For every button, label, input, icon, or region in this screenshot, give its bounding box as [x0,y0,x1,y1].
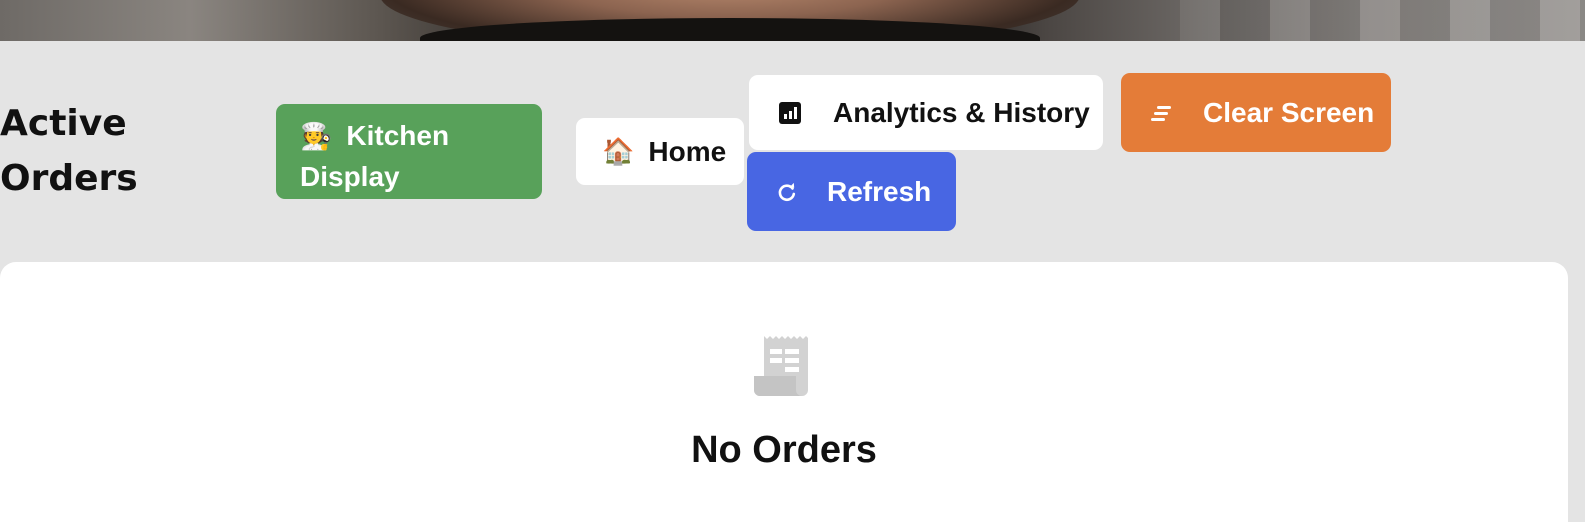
analytics-history-button[interactable]: Analytics & History [749,75,1103,150]
chef-icon: 🧑‍🍳 [300,122,333,152]
clear-screen-button[interactable]: Clear Screen [1121,73,1391,152]
refresh-label: Refresh [827,175,932,207]
page-title: Active Orders [0,103,138,199]
hero-background [1180,0,1585,41]
home-label: Home [648,135,727,167]
home-button[interactable]: 🏠 Home [576,118,744,185]
refresh-button[interactable]: Refresh [747,152,956,231]
clear-lines-icon [1151,105,1173,121]
house-icon: 🏠 [602,136,635,167]
kitchen-display-button[interactable]: 🧑‍🍳 Kitchen Display [276,104,542,199]
empty-state-title: No Orders [691,429,877,471]
analytics-history-label: Analytics & History [833,96,1090,128]
receipt-icon [754,336,808,396]
hero-banner-image [0,0,1585,41]
page-edge [1568,262,1585,487]
clear-screen-label: Clear Screen [1203,96,1375,128]
bar-chart-icon [779,101,801,124]
refresh-icon [778,182,796,201]
